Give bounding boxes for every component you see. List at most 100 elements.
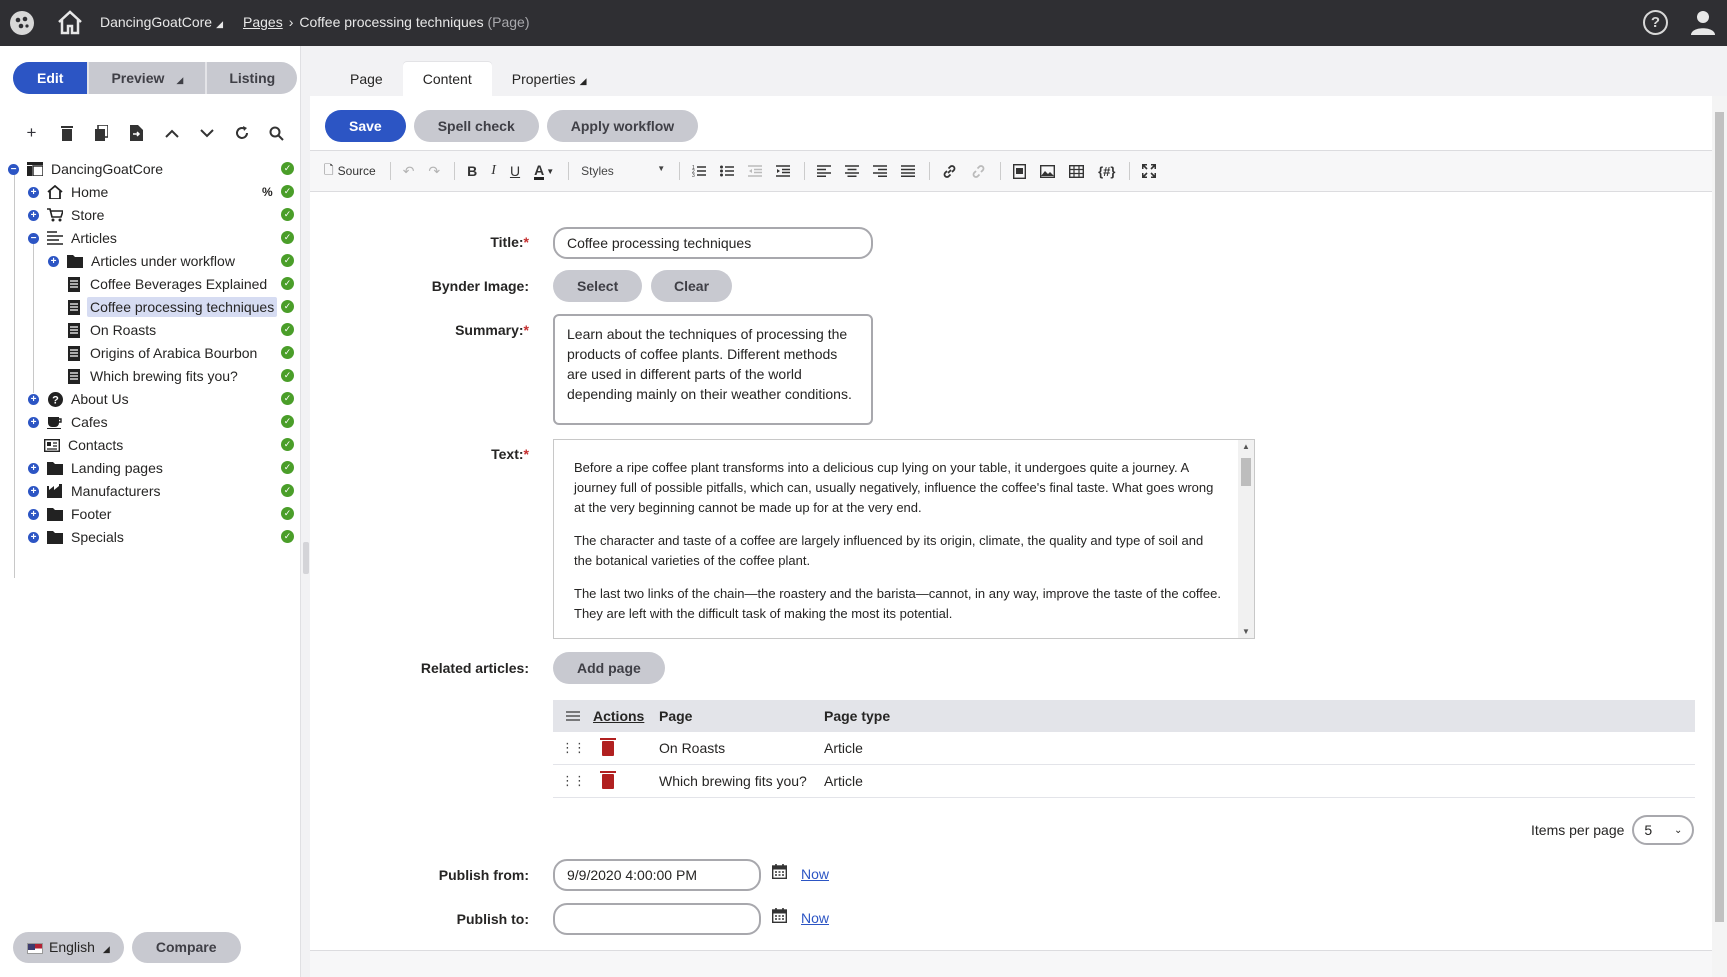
tab-page[interactable]: Page	[330, 62, 403, 96]
home-icon[interactable]	[56, 9, 84, 35]
mode-edit-button[interactable]: Edit	[13, 62, 90, 94]
bynder-select-button[interactable]: Select	[553, 270, 643, 302]
expand-icon[interactable]: +	[28, 209, 39, 221]
mode-preview-button[interactable]: Preview ◢	[89, 62, 208, 94]
align-left-icon[interactable]	[817, 165, 832, 177]
drag-handle-icon[interactable]: ⋮⋮	[553, 740, 593, 756]
compare-button[interactable]: Compare	[131, 932, 241, 963]
redo-icon[interactable]: ↷	[428, 163, 440, 180]
italic-icon[interactable]: I	[491, 163, 496, 179]
collapse-icon[interactable]: −	[8, 163, 19, 175]
scroll-up-icon[interactable]: ▲	[1242, 442, 1250, 451]
expand-icon[interactable]: +	[28, 416, 39, 428]
kentico-logo-icon[interactable]	[9, 10, 35, 36]
tree-node-manufacturers[interactable]: + Manufacturers	[28, 480, 160, 502]
text-color-icon[interactable]: A ▼	[534, 163, 554, 180]
tree-node-on-roasts[interactable]: On Roasts	[66, 319, 156, 341]
publish-from-field[interactable]: 9/9/2020 4:00:00 PM	[553, 859, 761, 891]
mode-listing-button[interactable]: Listing	[207, 62, 297, 94]
tree-node-articles[interactable]: − Articles	[28, 227, 117, 249]
expand-icon[interactable]: +	[28, 508, 39, 520]
publish-to-now-link[interactable]: Now	[801, 910, 829, 926]
image-icon[interactable]	[1040, 164, 1056, 178]
text-editor[interactable]: Before a ripe coffee plant transforms in…	[553, 439, 1255, 639]
align-center-icon[interactable]	[845, 165, 860, 177]
align-right-icon[interactable]	[873, 165, 888, 177]
text-editor-content[interactable]: Before a ripe coffee plant transforms in…	[574, 458, 1224, 637]
tab-content[interactable]: Content	[402, 62, 492, 96]
spell-check-button[interactable]: Spell check	[413, 110, 539, 142]
expand-icon[interactable]: +	[28, 186, 39, 198]
bullet-list-icon[interactable]	[720, 165, 735, 177]
tree-node-articles-under-workflow[interactable]: + Articles under workflow	[48, 250, 235, 272]
tree-node-coffee-processing[interactable]: Coffee processing techniques	[66, 296, 278, 318]
delete-button[interactable]	[593, 770, 659, 789]
bynder-clear-button[interactable]: Clear	[651, 270, 733, 302]
styles-dropdown[interactable]: Styles ▼	[581, 164, 665, 178]
summary-field[interactable]: Learn about the techniques of processing…	[553, 314, 873, 425]
scrollbar-thumb[interactable]	[1241, 458, 1251, 486]
unlink-icon[interactable]	[971, 164, 986, 179]
media-icon[interactable]	[1013, 163, 1027, 179]
apply-workflow-button[interactable]: Apply workflow	[546, 110, 699, 142]
source-button[interactable]: 🗋 Source	[324, 161, 376, 182]
copy-icon[interactable]	[84, 120, 119, 146]
expand-icon[interactable]: +	[28, 393, 39, 405]
indent-icon[interactable]	[776, 165, 791, 177]
expand-icon[interactable]: +	[28, 462, 39, 474]
chevron-up-icon[interactable]	[154, 120, 189, 146]
calendar-icon[interactable]	[771, 908, 788, 928]
help-icon[interactable]: ?	[1643, 10, 1668, 35]
outdent-icon[interactable]	[748, 165, 763, 177]
bold-icon[interactable]: B	[467, 163, 477, 179]
expand-icon[interactable]: +	[48, 255, 59, 267]
tree-node-store[interactable]: + Store	[28, 204, 104, 226]
tree-node-origins[interactable]: Origins of Arabica Bourbon	[66, 342, 257, 364]
add-page-button[interactable]: Add page	[553, 652, 665, 684]
drag-handle-icon[interactable]: ⋮⋮	[553, 773, 593, 789]
chevron-down-icon[interactable]	[189, 120, 224, 146]
scroll-down-icon[interactable]: ▼	[1242, 627, 1250, 636]
delete-icon[interactable]	[49, 120, 84, 146]
scrollbar-thumb[interactable]	[1715, 112, 1724, 922]
tree-node-landing-pages[interactable]: + Landing pages	[28, 457, 163, 479]
language-selector[interactable]: English ◢	[13, 932, 124, 963]
tree-node-root[interactable]: − DancingGoatCore	[8, 158, 163, 180]
tree-node-which-brewing[interactable]: Which brewing fits you?	[66, 365, 238, 387]
link-icon[interactable]	[942, 164, 957, 179]
user-icon[interactable]	[1690, 9, 1716, 35]
panel-splitter[interactable]	[300, 46, 310, 977]
expand-icon[interactable]: +	[28, 531, 39, 543]
site-selector[interactable]: DancingGoatCore ◢	[100, 14, 223, 30]
tree-node-about-us[interactable]: + ? About Us	[28, 388, 129, 410]
expand-icon[interactable]: +	[28, 485, 39, 497]
publish-from-now-link[interactable]: Now	[801, 866, 829, 882]
table-icon[interactable]	[1069, 164, 1085, 178]
numbered-list-icon[interactable]: 123	[692, 165, 707, 177]
tree-node-home[interactable]: + Home	[28, 181, 108, 203]
title-field[interactable]: Coffee processing techniques	[553, 227, 873, 259]
publish-to-field[interactable]	[553, 903, 761, 935]
page-scrollbar[interactable]	[1712, 96, 1727, 977]
underline-icon[interactable]: U	[510, 163, 520, 179]
grid-header-actions[interactable]: Actions	[593, 708, 659, 724]
undo-icon[interactable]: ↶	[403, 163, 415, 180]
tree-node-coffee-beverages[interactable]: Coffee Beverages Explained	[66, 273, 267, 295]
tree-node-footer[interactable]: + Footer	[28, 503, 111, 525]
maximize-icon[interactable]	[1142, 164, 1157, 178]
align-justify-icon[interactable]	[901, 165, 916, 177]
calendar-icon[interactable]	[771, 864, 788, 884]
tab-properties[interactable]: Properties ◢	[492, 62, 607, 96]
search-icon[interactable]	[259, 120, 294, 146]
add-icon[interactable]: +	[14, 120, 49, 146]
text-editor-scrollbar[interactable]: ▲ ▼	[1238, 440, 1254, 638]
tree-node-specials[interactable]: + Specials	[28, 526, 124, 548]
splitter-grip-icon[interactable]	[303, 542, 309, 574]
macro-icon[interactable]: {#}	[1098, 164, 1115, 179]
save-button[interactable]: Save	[325, 110, 406, 142]
tree-node-contacts[interactable]: Contacts	[44, 434, 123, 456]
items-per-page-select[interactable]: 5 ⌄	[1632, 815, 1695, 845]
delete-button[interactable]	[593, 737, 659, 756]
refresh-icon[interactable]	[224, 120, 259, 146]
breadcrumb-link-pages[interactable]: Pages	[243, 14, 283, 30]
